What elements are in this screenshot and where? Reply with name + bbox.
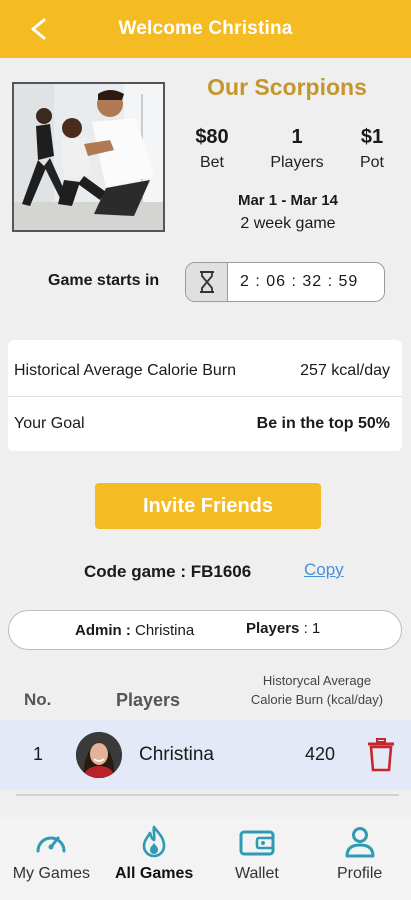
game-title: Our Scorpions [207, 74, 367, 100]
player-name: Christina [139, 744, 214, 765]
flame-icon [134, 825, 174, 859]
delete-player-button[interactable] [367, 738, 395, 772]
column-header-no: No. [24, 690, 52, 709]
players-count: Players : 1 [246, 620, 320, 637]
row-number: 1 [33, 744, 44, 764]
players-label: Players [270, 154, 324, 171]
game-starts-label: Game starts in [48, 272, 160, 289]
speedometer-icon [31, 825, 71, 859]
game-duration: 2 week game [240, 215, 336, 232]
nav-item-wallet[interactable]: Wallet [206, 817, 309, 900]
back-button[interactable] [20, 12, 56, 46]
info-card: Historical Average Calorie Burn 257 kcal… [8, 340, 402, 451]
players-stat: 1 Players [265, 126, 329, 172]
player-calorie-value: 420 [305, 744, 336, 764]
nav-label-all-games: All Games [114, 865, 194, 882]
players-count-label: Players [246, 620, 300, 637]
game-photo [12, 82, 165, 232]
column-header-avg-line1: Historycal Average [262, 673, 372, 688]
hourglass-icon [186, 263, 228, 301]
goal-row: Your Goal Be in the top 50% [8, 396, 402, 450]
copy-code-link[interactable]: Copy [304, 560, 344, 580]
goal-value: Be in the top 50% [256, 414, 390, 432]
pot-label: Pot [359, 154, 384, 171]
app-header: Welcome Christina [0, 0, 411, 58]
bet-value: $80 [195, 126, 229, 148]
goal-label: Your Goal [14, 414, 85, 432]
admin-label: Admin : [75, 621, 131, 639]
column-header-players: Players [116, 690, 181, 710]
countdown-value: 2 : 06 : 32 : 59 [240, 273, 359, 290]
bottom-nav: My Games All Games Wallet Profile [0, 817, 411, 900]
avg-calorie-label: Historical Average Calorie Burn [14, 362, 237, 379]
column-header-avg-calorie: Historycal Average Calorie Burn (kcal/da… [232, 671, 402, 709]
players-count-value: : 1 [303, 620, 321, 637]
wallet-icon [237, 825, 277, 859]
page-title: Welcome Christina [118, 18, 293, 39]
players-value: 1 [291, 126, 303, 148]
bet-stat: $80 Bet [180, 126, 244, 172]
avatar [76, 732, 122, 778]
avg-calorie-value: 257 kcal/day [300, 362, 390, 379]
game-stats: $80 Bet 1 Players $1 Pot [180, 126, 394, 172]
admin-name: Christina [135, 621, 195, 639]
column-header-avg-line2: Calorie Burn (kcal/day) [250, 692, 384, 707]
nav-label-wallet: Wallet [234, 865, 279, 882]
invite-friends-button[interactable]: Invite Friends [95, 483, 321, 529]
divider [16, 794, 399, 796]
pot-value: $1 [360, 126, 384, 148]
pot-stat: $1 Pot [350, 126, 394, 172]
nav-item-all-games[interactable]: All Games [103, 817, 206, 900]
bet-label: Bet [199, 154, 224, 171]
game-code: Code game : FB1606 [84, 562, 252, 581]
avg-calorie-row: Historical Average Calorie Burn 257 kcal… [8, 344, 402, 398]
chevron-left-icon [31, 18, 46, 40]
game-dates: Mar 1 - Mar 14 [237, 192, 339, 209]
trash-icon [368, 738, 394, 772]
admin-info: Admin : Christina [75, 622, 194, 639]
countdown-timer: 2 : 06 : 32 : 59 [185, 262, 385, 302]
nav-item-profile[interactable]: Profile [308, 817, 411, 900]
nav-item-my-games[interactable]: My Games [0, 817, 103, 900]
nav-label-my-games: My Games [12, 865, 91, 882]
admin-info-pill: Admin : Christina Players : 1 [8, 610, 402, 650]
nav-label-profile: Profile [336, 865, 383, 882]
table-row[interactable]: 1 Christina 420 [0, 720, 411, 790]
user-icon [340, 825, 380, 859]
